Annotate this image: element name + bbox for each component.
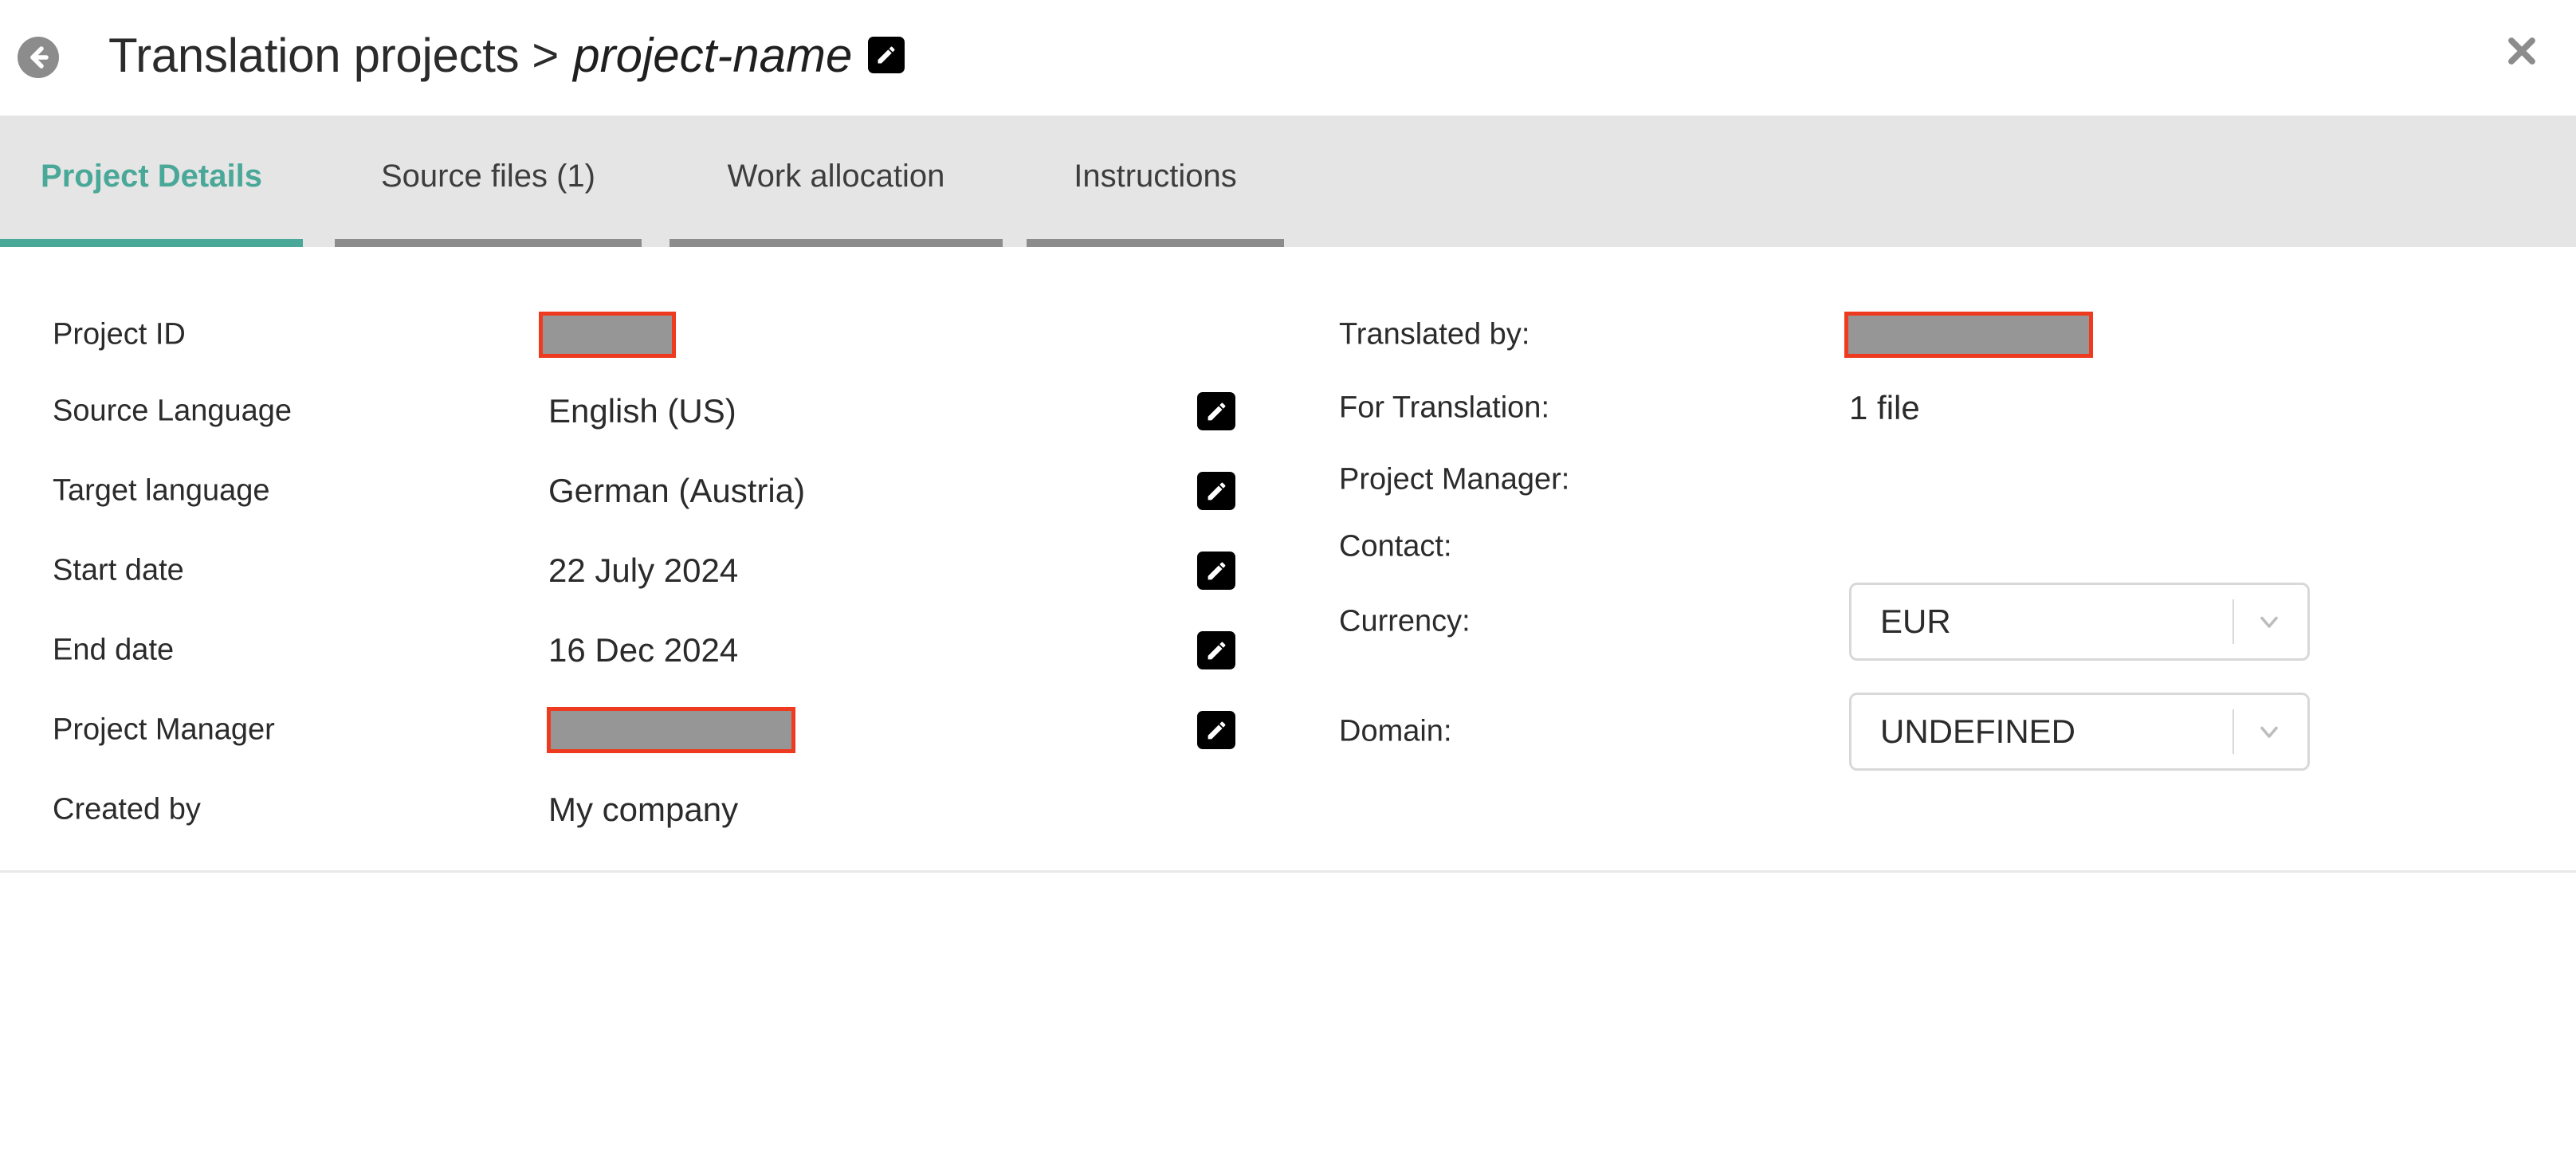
select-divider xyxy=(2232,599,2234,644)
row-project-id: Project ID xyxy=(0,295,1339,375)
row-source-language: Source Language English (US) xyxy=(0,371,1339,451)
row-currency: Currency: EUR xyxy=(1339,582,2576,661)
row-project-manager: Project Manager xyxy=(0,690,1339,770)
field-value: English (US) xyxy=(548,392,736,430)
tab-label: Work allocation xyxy=(727,159,945,194)
domain-select[interactable]: UNDEFINED xyxy=(1849,693,2310,771)
breadcrumb: Translation projects > project-name xyxy=(108,21,905,89)
redacted-value-project-manager xyxy=(547,707,795,753)
field-label: Translated by: xyxy=(1339,317,1530,351)
field-label: Project ID xyxy=(53,317,186,351)
tab-work-allocation[interactable]: Work allocation xyxy=(670,116,1003,247)
currency-select-wrap: EUR xyxy=(1849,583,2310,661)
row-end-date: End date 16 Dec 2024 xyxy=(0,610,1339,690)
field-label: Source Language xyxy=(53,394,293,428)
row-target-language: Target language German (Austria) xyxy=(0,451,1339,531)
chevron-down-icon[interactable] xyxy=(2252,604,2287,639)
tab-label: Project Details xyxy=(41,159,262,194)
row-created-by: Created by My company xyxy=(0,770,1339,850)
select-divider xyxy=(2232,709,2234,754)
tab-label: Instructions xyxy=(1074,159,1237,194)
row-start-date: Start date 22 July 2024 xyxy=(0,531,1339,610)
row-contact: Contact: xyxy=(1339,507,2576,587)
edit-pencil-icon[interactable] xyxy=(1197,552,1235,590)
close-x-icon[interactable] xyxy=(2493,22,2550,80)
edit-pencil-icon[interactable] xyxy=(1197,392,1235,430)
dialog-header: Translation projects > project-name xyxy=(0,0,2576,116)
row-translated-by: Translated by: xyxy=(1339,295,2576,375)
back-arrow-circle-icon[interactable] xyxy=(16,35,61,80)
breadcrumb-separator: > xyxy=(532,29,560,81)
field-value: 1 file xyxy=(1849,389,1920,426)
field-label: Contact: xyxy=(1339,529,1452,563)
tab-underline xyxy=(670,239,1003,247)
breadcrumb-project-name: project-name xyxy=(573,28,853,82)
project-details-dialog: Translation projects > project-name Proj… xyxy=(0,0,2576,1162)
chevron-down-icon[interactable] xyxy=(2252,714,2287,749)
tab-underline xyxy=(335,239,642,247)
field-label: For Translation: xyxy=(1339,391,1549,425)
row-domain: Domain: UNDEFINED xyxy=(1339,692,2576,771)
edit-pencil-icon[interactable] xyxy=(1197,631,1235,669)
domain-select-wrap: UNDEFINED xyxy=(1849,693,2310,771)
edit-pencil-icon[interactable] xyxy=(868,37,905,73)
tab-underline xyxy=(1027,239,1284,247)
field-label: Project Manager: xyxy=(1339,462,1570,497)
currency-select-value: EUR xyxy=(1880,603,1951,640)
tab-project-details[interactable]: Project Details xyxy=(0,116,303,247)
currency-select[interactable]: EUR xyxy=(1849,583,2310,661)
edit-pencil-icon[interactable] xyxy=(1197,472,1235,510)
breadcrumb-root[interactable]: Translation projects xyxy=(108,28,520,83)
field-label: Currency: xyxy=(1339,604,1471,638)
edit-pencil-icon[interactable] xyxy=(1197,711,1235,749)
field-value: German (Austria) xyxy=(548,472,806,509)
field-label: Start date xyxy=(53,553,184,587)
field-label: Created by xyxy=(53,792,201,826)
section-divider xyxy=(0,870,2576,873)
field-label: Target language xyxy=(53,473,270,508)
field-label: Project Manager xyxy=(53,713,275,747)
domain-select-value: UNDEFINED xyxy=(1880,713,2076,750)
field-value: 22 July 2024 xyxy=(548,552,739,589)
field-label: Domain: xyxy=(1339,714,1452,748)
tab-label: Source files (1) xyxy=(381,159,595,194)
field-value: My company xyxy=(548,791,739,828)
tab-source-files[interactable]: Source files (1) xyxy=(335,116,642,247)
field-value: 16 Dec 2024 xyxy=(548,631,739,669)
row-for-translation: For Translation: 1 file xyxy=(1339,368,2576,448)
tab-bar: Project Details Source files (1) Work al… xyxy=(0,116,2576,247)
project-details-content: Project ID Source Language English (US) … xyxy=(0,247,2576,1162)
redacted-value-project-id xyxy=(539,312,676,358)
tab-instructions[interactable]: Instructions xyxy=(1027,116,1284,247)
redacted-value-translated-by xyxy=(1844,312,2093,358)
field-label: End date xyxy=(53,633,175,667)
tab-underline xyxy=(0,239,303,247)
